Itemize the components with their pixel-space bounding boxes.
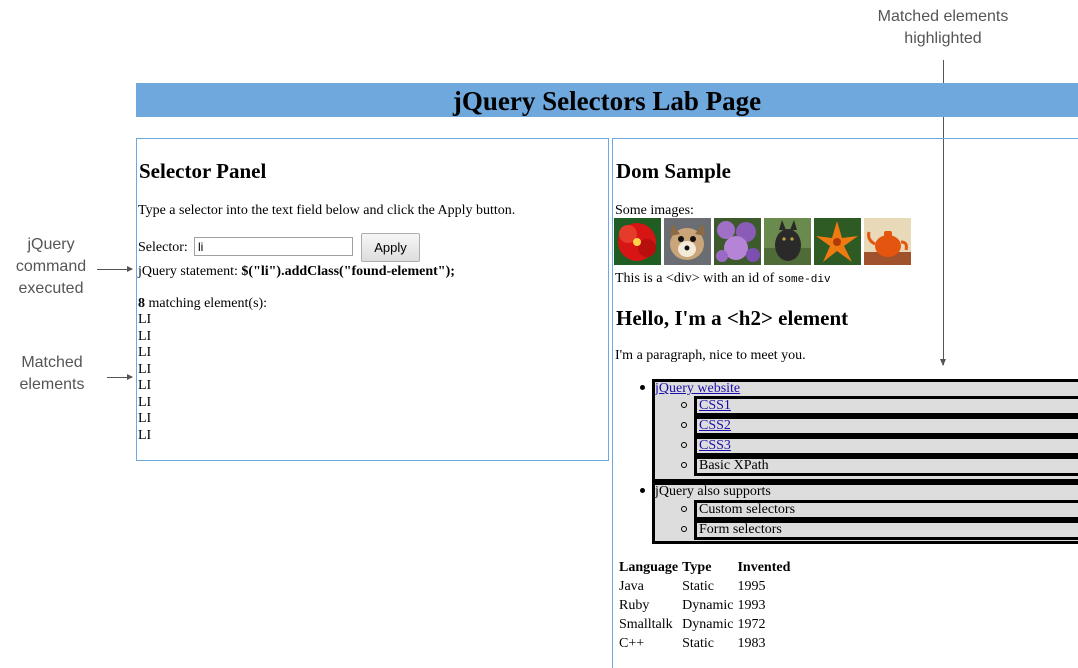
circle-bullet	[681, 422, 687, 428]
table-row: C++ Static 1983	[617, 635, 792, 654]
match-suffix: matching element(s):	[148, 296, 268, 311]
image-row	[614, 218, 911, 265]
purple-flowers-image	[714, 218, 761, 265]
found-element-block: Form selectors	[694, 520, 1078, 540]
match-item: LI	[138, 427, 152, 443]
basic-xpath-text: Basic XPath	[699, 458, 769, 473]
disc-bullet	[640, 488, 645, 493]
disc-bullet	[640, 385, 645, 390]
match-item: LI	[138, 361, 152, 377]
circle-bullet	[681, 462, 687, 468]
page-title: jQuery Selectors Lab Page	[136, 83, 1078, 117]
table-row: Smalltalk Dynamic 1972	[617, 616, 792, 635]
selector-panel-heading: Selector Panel	[139, 159, 267, 183]
list-subitem: CSS1	[626, 396, 1078, 416]
found-element-block: CSS1	[694, 396, 1078, 416]
table-cell: Static	[682, 636, 715, 651]
list-item: jQuery website CSS1 CSS2 CSS3 Basic XPat…	[623, 379, 1078, 482]
list-subitem: Custom selectors	[626, 500, 1078, 520]
statement-code: $("li").addClass("found-element");	[241, 264, 455, 279]
found-element-block: Custom selectors	[694, 500, 1078, 520]
callout-command-executed: jQuery command executed	[15, 236, 87, 297]
selector-panel: Selector Panel Type a selector into the …	[136, 138, 609, 461]
dog-dark-image	[764, 218, 811, 265]
callout-arrow-command	[97, 266, 133, 272]
table-cell: Dynamic	[682, 617, 734, 632]
table-cell: 1995	[737, 579, 766, 594]
match-item: LI	[138, 394, 152, 410]
list-subitem: Form selectors	[626, 520, 1078, 540]
jquery-statement: jQuery statement: $("li").addClass("foun…	[138, 264, 455, 280]
table-cell: Smalltalk	[619, 617, 673, 632]
circle-bullet	[681, 442, 687, 448]
custom-selectors-text: Custom selectors	[699, 502, 796, 517]
table-row: Ruby Dynamic 1993	[617, 597, 792, 616]
selector-label: Selector:	[138, 240, 188, 255]
match-item: LI	[138, 328, 152, 344]
form-selectors-text: Form selectors	[699, 522, 782, 537]
css2-link[interactable]: CSS2	[699, 418, 731, 433]
sample-paragraph: I'm a paragraph, nice to meet you.	[615, 348, 806, 363]
column-header: Invented	[737, 560, 791, 575]
callout-arrow-matched	[107, 374, 133, 380]
circle-bullet	[681, 526, 687, 532]
list-subitem: CSS2	[626, 416, 1078, 436]
match-results: LI LI LI LI LI LI LI LI	[138, 312, 151, 444]
list-subitem: Basic XPath	[626, 456, 1078, 476]
list-item: jQuery also supports Custom selectors Fo…	[623, 482, 1078, 544]
dog-image	[664, 218, 711, 265]
found-element-block: CSS2	[694, 416, 1078, 436]
table-row: Java Static 1995	[617, 578, 792, 597]
table-header-row: Language Type Invented	[617, 559, 792, 578]
selector-instructions: Type a selector into the text field belo…	[138, 203, 516, 218]
table-cell: Java	[619, 579, 644, 594]
match-count: 8	[138, 296, 145, 311]
images-label: Some images:	[615, 203, 694, 218]
selector-input[interactable]	[194, 237, 353, 256]
match-summary: 8 matching element(s):	[138, 296, 267, 312]
some-div-text: This is a <div> with an id of some-div	[615, 271, 831, 288]
h2-sample-heading: Hello, I'm a <h2> element	[616, 306, 849, 330]
dom-sample-heading: Dom Sample	[616, 159, 731, 183]
apply-button[interactable]: Apply	[361, 233, 420, 262]
div-id: some-div	[777, 274, 831, 286]
found-element-block: Basic XPath	[694, 456, 1078, 476]
table-cell: 1972	[737, 617, 766, 632]
column-header: Type	[682, 560, 712, 575]
list-subitem: CSS3	[626, 436, 1078, 456]
found-element-block: jQuery also supports Custom selectors Fo…	[652, 482, 1078, 544]
orange-lily-image	[814, 218, 861, 265]
table-cell: C++	[619, 636, 645, 651]
dom-sample-panel: Dom Sample Some images: This is a <div> …	[612, 138, 1078, 668]
hibiscus-flower-image	[614, 218, 661, 265]
found-element-block: CSS3	[694, 436, 1078, 456]
css3-link[interactable]: CSS3	[699, 438, 731, 453]
div-text-prefix: This is a <div> with an id of	[615, 271, 775, 286]
table-cell: 1983	[737, 636, 766, 651]
circle-bullet	[681, 402, 687, 408]
jquery-supports-text: jQuery also supports	[655, 484, 771, 499]
css1-link[interactable]: CSS1	[699, 398, 731, 413]
jquery-website-link[interactable]: jQuery website	[655, 381, 740, 396]
table-cell: Dynamic	[682, 598, 734, 613]
table-cell: Static	[682, 579, 715, 594]
callout-matched-elements: Matched elements	[19, 354, 85, 393]
match-item: LI	[138, 411, 152, 426]
match-item: LI	[138, 312, 152, 327]
found-element-block: jQuery website CSS1 CSS2 CSS3 Basic XPat…	[652, 379, 1078, 482]
callout-matched-highlighted: Matched elements highlighted	[877, 8, 1009, 47]
sample-list: jQuery website CSS1 CSS2 CSS3 Basic XPat…	[623, 379, 1078, 544]
table-cell: 1993	[737, 598, 766, 613]
table-cell: Ruby	[619, 598, 650, 613]
language-table: Language Type Invented Java Static 1995 …	[617, 559, 792, 654]
teapot-image	[864, 218, 911, 265]
match-item: LI	[138, 345, 152, 360]
circle-bullet	[681, 506, 687, 512]
statement-prefix: jQuery statement:	[138, 264, 238, 279]
column-header: Language	[619, 560, 679, 575]
match-item: LI	[138, 378, 152, 393]
